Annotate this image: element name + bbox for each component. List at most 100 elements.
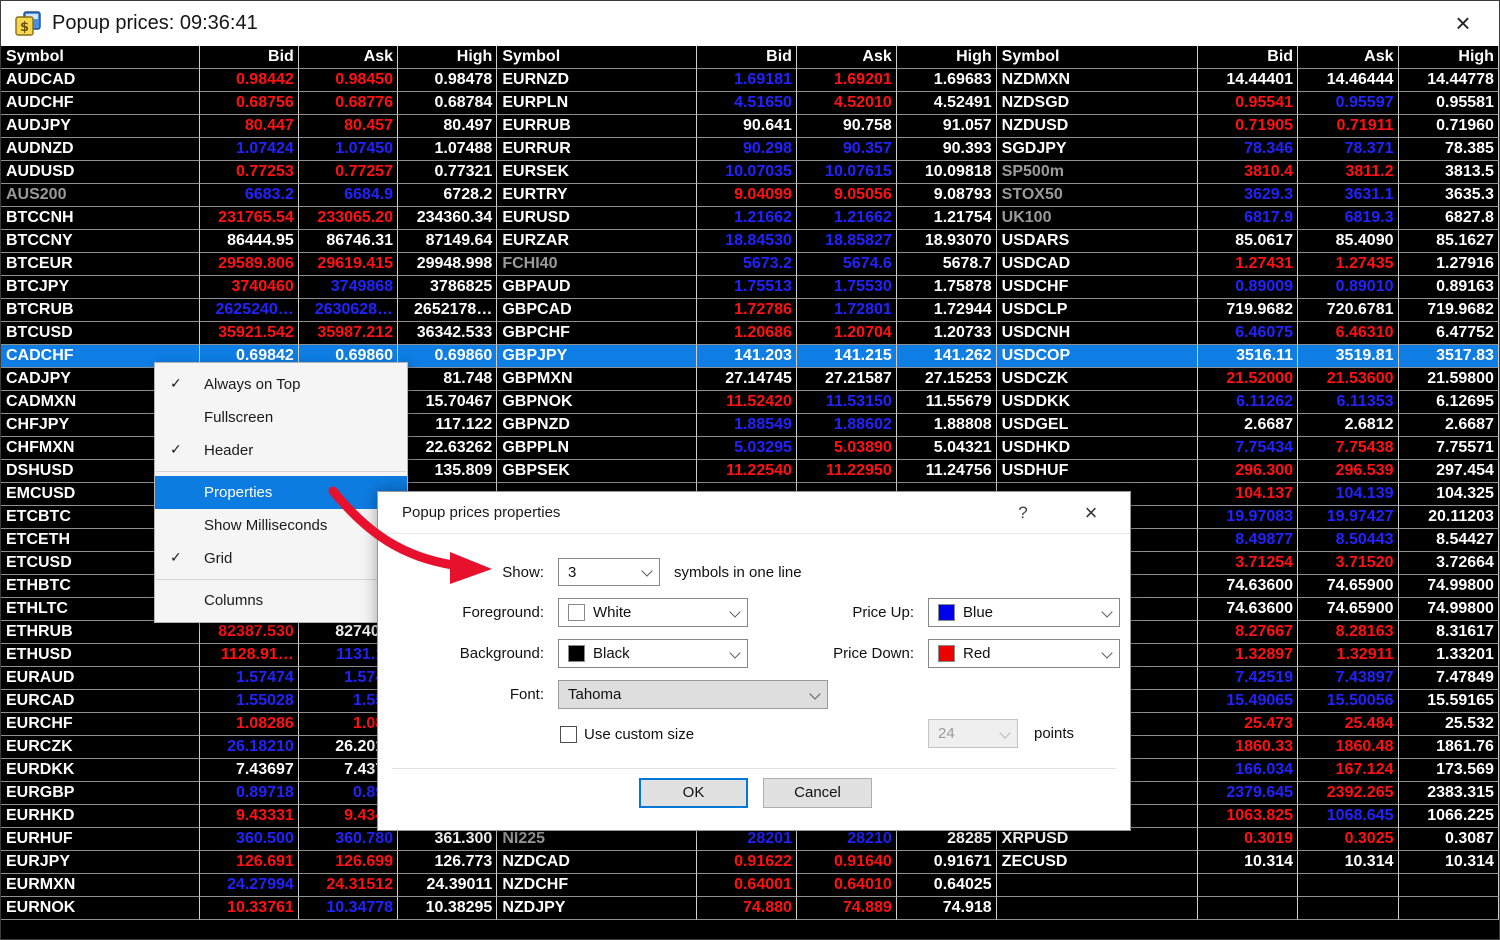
table-row[interactable]: EURPLN4.516504.520104.52491 [497,92,996,115]
high-cell: 719.9682 [1399,299,1499,322]
table-row[interactable]: EURJPY126.691126.699126.773 [1,851,497,874]
column-header-ask: Ask [1298,46,1398,69]
dialog-close-icon[interactable]: × [1074,492,1108,534]
table-row[interactable]: GBPMXN27.1474527.2158727.15253 [497,368,996,391]
table-row[interactable]: EURNZD1.691811.692011.69683 [497,69,996,92]
font-select[interactable]: Tahoma [558,680,828,709]
menu-item-properties[interactable]: Properties [155,476,407,509]
table-row[interactable]: NZDSGD0.955410.955970.95581 [997,92,1499,115]
foreground-select[interactable]: White [558,598,748,627]
table-row[interactable]: SGDJPY78.34678.37178.385 [997,138,1499,161]
table-row[interactable]: BTCJPY374046037498683786825 [1,276,497,299]
table-row[interactable]: NZDCHF0.640010.640100.64025 [497,874,996,897]
menu-item-grid[interactable]: ✓Grid [155,542,407,575]
table-row[interactable]: USDGEL2.66872.68122.6687 [997,414,1499,437]
table-row[interactable]: UK1006817.96819.36827.8 [997,207,1499,230]
table-row[interactable]: EURRUB90.64190.75891.057 [497,115,996,138]
table-row[interactable]: EURZAR18.8453018.8582718.93070 [497,230,996,253]
table-row[interactable]: GBPSEK11.2254011.2295011.24756 [497,460,996,483]
foreground-select-value: White [593,604,725,621]
table-row[interactable]: USDCZK21.5200021.5360021.59800 [997,368,1499,391]
window-close-icon[interactable]: × [1445,5,1481,41]
help-icon[interactable]: ? [1008,492,1038,534]
title-bar[interactable]: $ Popup prices: 09:36:41 × [1,1,1499,46]
table-row[interactable]: GBPPLN5.032955.038905.04321 [497,437,996,460]
table-row[interactable]: GBPCAD1.727861.728011.72944 [497,299,996,322]
table-row[interactable]: USDCNH6.460756.463106.47752 [997,322,1499,345]
high-cell: 1.20733 [897,322,997,345]
table-row[interactable]: AUS2006683.26684.96728.2 [1,184,497,207]
show-select[interactable]: 3 [558,558,660,586]
ask-cell: 90.758 [797,115,897,138]
bid-cell: 74.63600 [1198,575,1298,598]
table-row[interactable]: AUDNZD1.074241.074501.07488 [1,138,497,161]
table-row[interactable]: NZDMXN14.4440114.4644414.44778 [997,69,1499,92]
table-row[interactable]: EURTRY9.040999.050569.08793 [497,184,996,207]
table-row[interactable]: FCHI405673.25674.65678.7 [497,253,996,276]
bid-cell: 4.51650 [697,92,797,115]
table-row[interactable]: XRPUSD0.30190.30250.3087 [997,828,1499,851]
table-row[interactable]: BTCRUB2625240…2630628…2652178… [1,299,497,322]
table-row[interactable]: SP500m3810.43811.23813.5 [997,161,1499,184]
table-row[interactable]: EURHUF360.500360.780361.300 [1,828,497,851]
menu-item-columns[interactable]: Columns [155,584,407,617]
table-row[interactable]: NZDUSD0.719050.719110.71960 [997,115,1499,138]
cancel-button[interactable]: Cancel [763,778,872,808]
table-row[interactable]: AUDUSD0.772530.772570.77321 [1,161,497,184]
table-row[interactable]: NZDCAD0.916220.916400.91671 [497,851,996,874]
table-row[interactable]: EURUSD1.216621.216621.21754 [497,207,996,230]
table-row[interactable]: BTCEUR29589.80629619.41529948.998 [1,253,497,276]
table-row[interactable]: EURSEK10.0703510.0761510.09818 [497,161,996,184]
table-row[interactable]: GBPNOK11.5242011.5315011.55679 [497,391,996,414]
column-header-high: High [897,46,997,69]
table-row[interactable]: USDCLP719.9682720.6781719.9682 [997,299,1499,322]
menu-item-fullscreen[interactable]: Fullscreen [155,401,407,434]
price-up-select[interactable]: Blue [928,598,1120,627]
symbol-cell: AUS200 [1,184,200,207]
table-row[interactable]: USDDKK6.112626.113536.12695 [997,391,1499,414]
column-header-symbol: Symbol [997,46,1198,69]
symbol-cell: NZDSGD [997,92,1198,115]
custom-size-checkbox[interactable] [560,726,577,743]
table-row[interactable]: ZECUSD10.31410.31410.314 [997,851,1499,874]
table-row[interactable]: EURRUR90.29890.35790.393 [497,138,996,161]
bid-cell: 6817.9 [1198,207,1298,230]
table-row[interactable]: EURMXN24.2799424.3151224.39011 [1,874,497,897]
table-row[interactable]: NZDJPY74.88074.88974.918 [497,897,996,920]
ask-cell: 6.46310 [1298,322,1398,345]
size-select[interactable]: 24 [928,719,1018,748]
table-row[interactable]: AUDCAD0.984420.984500.98478 [1,69,497,92]
column-header-symbol: Symbol [1,46,200,69]
menu-item-header[interactable]: ✓Header [155,434,407,467]
ok-button[interactable]: OK [639,778,748,808]
dialog-title-bar[interactable]: Popup prices properties ? × [378,492,1130,534]
table-row[interactable]: AUDCHF0.687560.687760.68784 [1,92,497,115]
table-row[interactable]: GBPCHF1.206861.207041.20733 [497,322,996,345]
background-select[interactable]: Black [558,639,748,668]
table-row[interactable] [997,874,1499,897]
high-cell: 173.569 [1399,759,1499,782]
table-row[interactable]: BTCCNH231765.54233065.20234360.34 [1,207,497,230]
table-row[interactable]: BTCUSD35921.54235987.21236342.533 [1,322,497,345]
table-row[interactable]: NI225282012821028285 [497,828,996,851]
menu-item-show-milliseconds[interactable]: Show Milliseconds [155,509,407,542]
table-row[interactable]: GBPAUD1.755131.755301.75878 [497,276,996,299]
table-row[interactable]: USDCHF0.890090.890100.89163 [997,276,1499,299]
table-row[interactable]: AUDJPY80.44780.45780.497 [1,115,497,138]
bid-cell: 24.27994 [200,874,299,897]
table-row[interactable]: USDHUF296.300296.539297.454 [997,460,1499,483]
table-row[interactable]: EURNOK10.3376110.3477810.38295 [1,897,497,920]
price-down-select[interactable]: Red [928,639,1120,668]
table-row[interactable] [997,897,1499,920]
table-row[interactable]: USDHKD7.754347.754387.75571 [997,437,1499,460]
table-row[interactable]: USDARS85.061785.409085.1627 [997,230,1499,253]
menu-item-always-on-top[interactable]: ✓Always on Top [155,368,407,401]
table-row[interactable]: BTCCNY86444.9586746.3187149.64 [1,230,497,253]
ask-cell: 7.75438 [1298,437,1398,460]
symbol-cell: NZDCAD [497,851,697,874]
table-row[interactable]: GBPJPY141.203141.215141.262 [497,345,996,368]
table-row[interactable]: GBPNZD1.885491.886021.88808 [497,414,996,437]
table-row[interactable]: STOX503629.33631.13635.3 [997,184,1499,207]
table-row[interactable]: USDCAD1.274311.274351.27916 [997,253,1499,276]
table-row[interactable]: USDCOP3516.113519.813517.83 [997,345,1499,368]
